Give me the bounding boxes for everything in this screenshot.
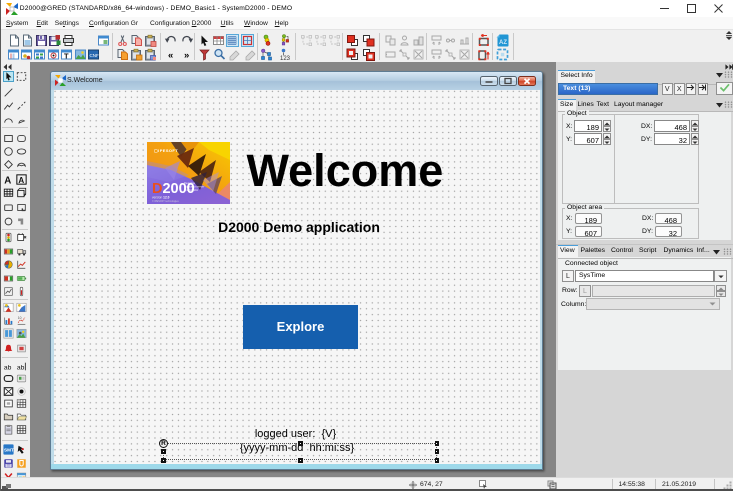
svg-text:T: T xyxy=(64,51,69,60)
svg-text:version 12.0: version 12.0 xyxy=(152,196,170,200)
svg-text:SMT: SMT xyxy=(4,448,14,453)
svg-text:© IPESOFT technologies: © IPESOFT technologies xyxy=(152,200,180,203)
svg-text:A: A xyxy=(4,175,11,185)
svg-text:«: « xyxy=(168,50,173,61)
svg-text:CNF: CNF xyxy=(89,53,98,58)
svg-text:ab: ab xyxy=(4,364,12,371)
svg-text:Real-time: Real-time xyxy=(184,181,196,185)
svg-text:and SCADA: and SCADA xyxy=(184,188,198,192)
svg-text:»: » xyxy=(184,50,189,61)
svg-text:10: 10 xyxy=(18,316,22,320)
svg-text:123: 123 xyxy=(280,56,290,61)
svg-text:AZ: AZ xyxy=(499,40,507,46)
svg-text:ab: ab xyxy=(17,364,25,371)
svg-text:application server: application server xyxy=(184,185,204,189)
svg-text:▢IPESOFT: ▢IPESOFT xyxy=(154,148,178,153)
svg-text:A: A xyxy=(18,176,24,185)
